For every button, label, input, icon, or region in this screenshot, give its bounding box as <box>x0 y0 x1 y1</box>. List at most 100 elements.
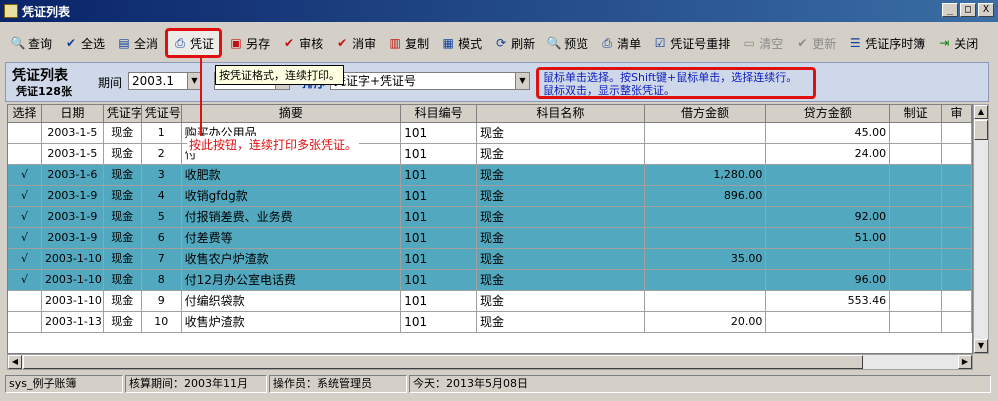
toolbar-button-9[interactable]: ⟳ 刷新 <box>489 28 540 58</box>
close-window-button[interactable]: X <box>978 3 994 17</box>
horizontal-scrollbar[interactable]: ◀ ▶ <box>7 354 973 370</box>
chevron-down-icon[interactable]: ▼ <box>515 73 529 89</box>
column-header[interactable]: 科目编号 <box>401 105 478 122</box>
scroll-down-icon[interactable]: ▼ <box>974 339 988 353</box>
voucher-grid[interactable]: 选择 日期 凭证字 凭证号 摘要 科目编号 科目名称 借方金额 贷方金额 制证审 2003-1-5… <box>7 104 973 354</box>
cell-name: 现金 <box>477 144 645 164</box>
cell-date: 2003-1-10 <box>42 270 104 290</box>
cell-word: 现金 <box>104 312 142 332</box>
table-row[interactable]: √ 2003-1-6 现金 3 收肥款 101 现金 1,280.00 <box>8 165 972 186</box>
scroll-up-icon[interactable]: ▲ <box>974 105 988 119</box>
column-header[interactable]: 选择 <box>8 105 42 122</box>
column-header[interactable]: 审 <box>942 105 972 122</box>
window-title: 凭证列表 <box>22 4 71 19</box>
toolbar-button-label: 刷新 <box>511 36 536 51</box>
cell-no: 6 <box>142 228 182 248</box>
column-header[interactable]: 借方金额 <box>645 105 767 122</box>
cell-empty <box>942 228 972 248</box>
toolbar-button-10[interactable]: 🔍 预览 <box>542 28 593 58</box>
cell-no: 1 <box>142 123 182 143</box>
toolbar-button-16[interactable]: ⇥ 关闭 <box>932 28 983 58</box>
toolbar-button-0[interactable]: 🔍 查询 <box>6 28 57 58</box>
app-icon <box>4 4 18 18</box>
cell-name: 现金 <box>477 186 645 206</box>
column-header[interactable]: 凭证号 <box>142 105 182 122</box>
horizontal-scroll-thumb[interactable] <box>23 355 863 369</box>
scroll-left-icon[interactable]: ◀ <box>8 355 22 369</box>
refresh-icon: ⟳ <box>496 36 507 50</box>
sort-select[interactable]: 凭证字+凭证号 ▼ <box>330 72 530 90</box>
cell-sel: √ <box>8 228 42 248</box>
column-header[interactable]: 贷方金额 <box>766 105 891 122</box>
cell-summary: 收销gfdg款 <box>182 186 402 206</box>
column-header[interactable]: 摘要 <box>182 105 402 122</box>
table-row[interactable]: 2003-1-5 现金 2 付 101 现金 24.00 <box>8 144 972 165</box>
toolbar-button-7[interactable]: ▥ 复制 <box>383 28 434 58</box>
toolbar-button-6[interactable]: ✔ 消审 <box>330 28 381 58</box>
toolbar-button-label: 全选 <box>81 36 106 51</box>
toolbar-button-label: 更新 <box>812 36 837 51</box>
table-row[interactable]: √ 2003-1-9 现金 5 付报销差费、业务费 101 现金 92.00 <box>8 207 972 228</box>
table-row[interactable]: √ 2003-1-9 现金 4 收销gfdg款 101 现金 896.00 <box>8 186 972 207</box>
cell-code: 101 <box>401 123 478 143</box>
cell-debit <box>645 144 767 164</box>
minimize-button[interactable]: _ <box>942 3 958 17</box>
cell-code: 101 <box>401 207 478 227</box>
cell-debit <box>645 123 767 143</box>
cell-empty <box>890 228 943 248</box>
chevron-down-icon[interactable]: ▼ <box>187 73 201 89</box>
cell-credit: 96.00 <box>766 270 891 290</box>
column-header[interactable]: 凭证字 <box>104 105 142 122</box>
cell-debit <box>645 228 767 248</box>
cell-credit: 24.00 <box>766 144 891 164</box>
cell-no: 9 <box>142 291 182 311</box>
toolbar-button-12[interactable]: ☑ 凭证号重排 <box>648 28 735 58</box>
scroll-right-icon[interactable]: ▶ <box>958 355 972 369</box>
cell-sel: √ <box>8 165 42 185</box>
table-row[interactable]: √ 2003-1-10 现金 8 付12月办公室电话费 101 现金 96.00 <box>8 270 972 291</box>
save-icon: ▣ <box>230 36 242 50</box>
cell-debit <box>645 270 767 290</box>
cell-credit <box>766 249 891 269</box>
cell-debit: 20.00 <box>645 312 767 332</box>
uncheck-icon: ✔ <box>337 36 348 50</box>
toolbar-button-15[interactable]: ☰ 凭证序时簿 <box>843 28 930 58</box>
maximize-button[interactable]: □ <box>960 3 976 17</box>
status-ledger: sys_例子账簿 <box>5 375 123 393</box>
table-row[interactable]: 2003-1-5 现金 1 购买办公用品 101 现金 45.00 <box>8 123 972 144</box>
cell-empty <box>942 249 972 269</box>
column-header[interactable]: 日期 <box>42 105 104 122</box>
toolbar-button-8[interactable]: ▦ 模式 <box>436 28 487 58</box>
vertical-scrollbar[interactable]: ▲ ▼ <box>973 104 989 354</box>
column-header[interactable]: 制证 <box>890 105 943 122</box>
toolbar-button-2[interactable]: ▤ 全消 <box>112 28 163 58</box>
mode-icon: ▦ <box>442 36 454 50</box>
update-icon: ✔ <box>797 36 808 50</box>
table-row[interactable]: 2003-1-13 现金 10 收售炉渣款 101 现金 20.00 <box>8 312 972 333</box>
vertical-scroll-thumb[interactable] <box>974 120 988 140</box>
table-row[interactable]: √ 2003-1-9 现金 6 付差费等 101 现金 51.00 <box>8 228 972 249</box>
toolbar-button-11[interactable]: ⎙ 清单 <box>595 28 646 58</box>
cell-date: 2003-1-10 <box>42 291 104 311</box>
toolbar-button-3[interactable]: ⎙ 凭证 <box>165 28 223 58</box>
cell-sel: √ <box>8 249 42 269</box>
journal-icon: ☰ <box>849 36 861 50</box>
toolbar-button-label: 凭证 <box>190 36 215 51</box>
clear-icon: ▭ <box>743 36 755 50</box>
check-all-icon: ✔ <box>65 36 77 50</box>
period-from-value: 2003.1 <box>132 74 174 88</box>
table-row[interactable]: √ 2003-1-10 现金 7 收售农户炉渣款 101 现金 35.00 <box>8 249 972 270</box>
cell-empty <box>890 207 943 227</box>
toolbar-button-1[interactable]: ✔ 全选 <box>59 28 110 58</box>
toolbar-button-label: 凭证号重排 <box>670 36 731 51</box>
period-from-select[interactable]: 2003.1 ▼ <box>128 72 202 90</box>
toolbar-button-5[interactable]: ✔ 审核 <box>277 28 328 58</box>
print-tooltip: 按凭证格式，连续打印。 <box>215 65 344 85</box>
toolbar-button-label: 关闭 <box>954 36 979 51</box>
column-header[interactable]: 科目名称 <box>477 105 645 122</box>
table-row[interactable]: 2003-1-10 现金 9 付编织袋款 101 现金 553.46 <box>8 291 972 312</box>
filter-panel: 凭证列表 凭证128张 期间 2003.1 ▼ 2003.4 ▼ 排序 凭证字+… <box>5 62 989 102</box>
period-label: 期间 <box>98 76 123 90</box>
toolbar-button-4[interactable]: ▣ 另存 <box>224 28 275 58</box>
cell-no: 8 <box>142 270 182 290</box>
